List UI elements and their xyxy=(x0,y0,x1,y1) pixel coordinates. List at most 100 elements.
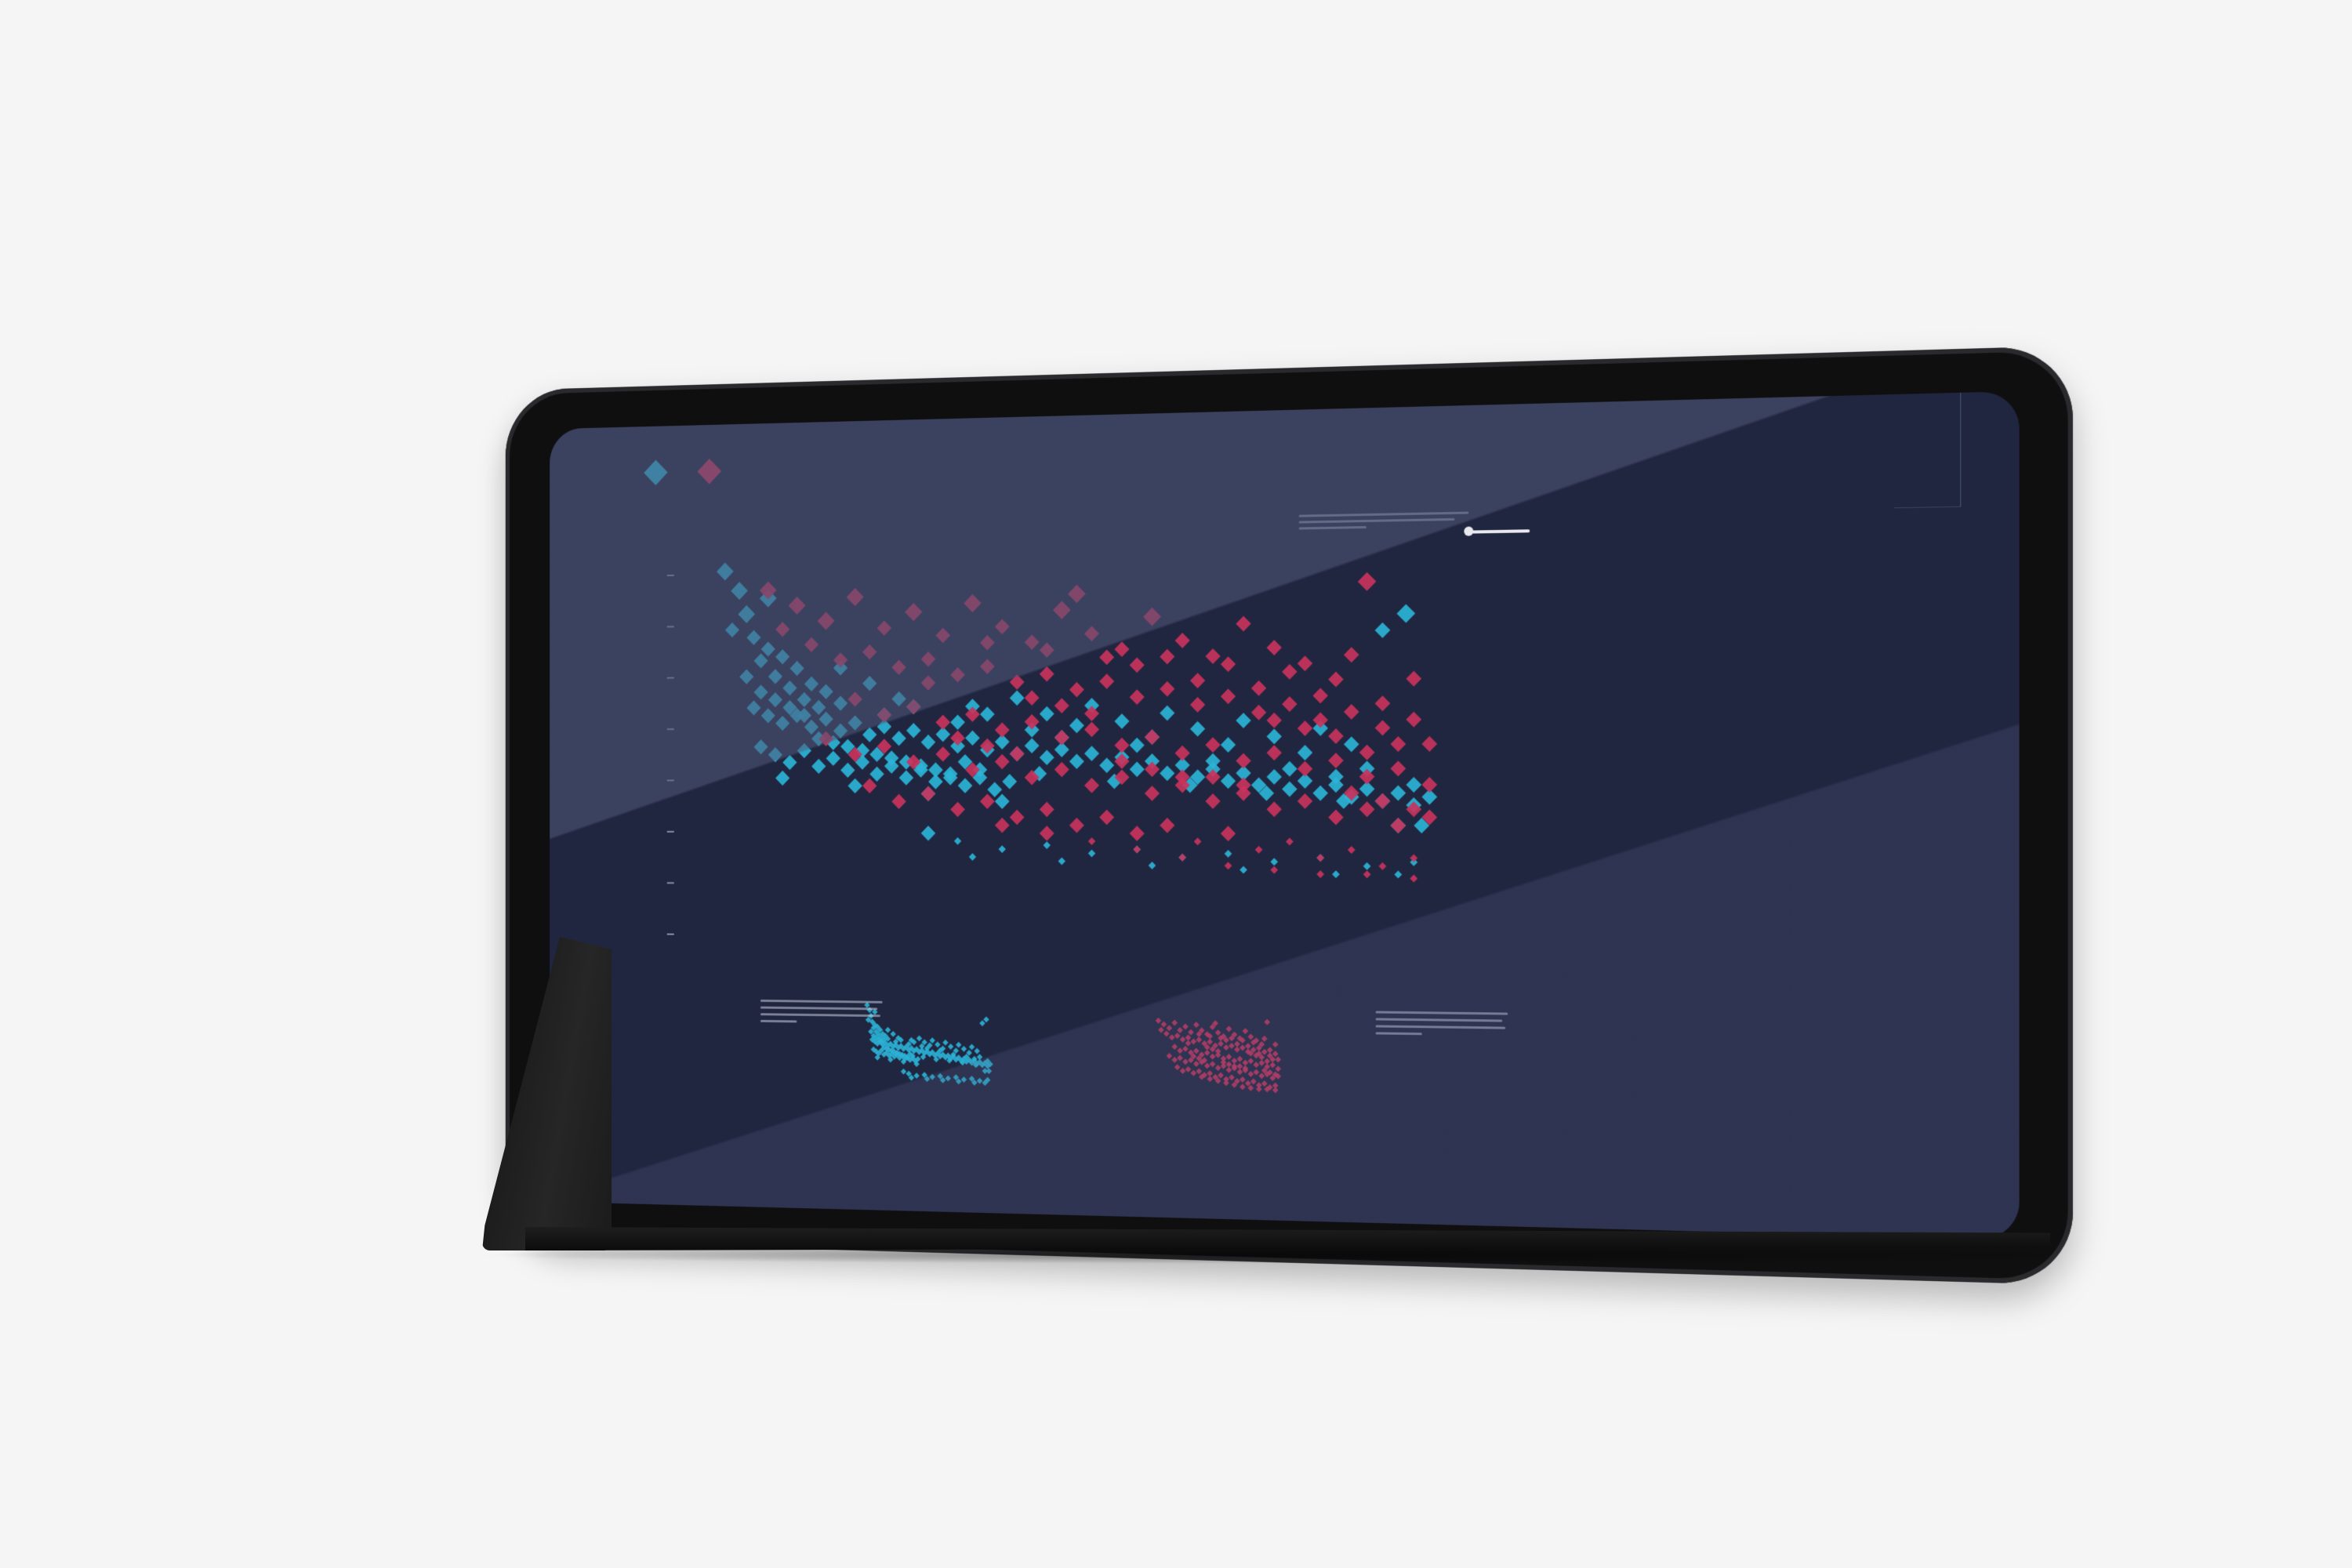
mini-point-pink xyxy=(1207,1039,1213,1045)
text-line xyxy=(760,1007,877,1011)
data-point-pink xyxy=(1178,854,1186,862)
data-point-cyan xyxy=(1270,858,1278,866)
data-point-cyan xyxy=(995,794,1010,810)
data-point-cyan xyxy=(1312,786,1328,801)
data-point-pink xyxy=(1025,690,1040,706)
mini-point-cyan xyxy=(929,1074,935,1080)
data-point-pink xyxy=(1328,728,1344,744)
data-point-cyan xyxy=(1328,769,1344,785)
data-point-cyan xyxy=(987,782,1002,797)
mini-point-pink xyxy=(1272,1041,1279,1047)
mini-point-pink xyxy=(1180,1036,1186,1043)
data-point-pink xyxy=(1221,656,1236,672)
text-line xyxy=(760,1020,797,1023)
data-point-pink xyxy=(1068,585,1086,604)
mini-point-pink xyxy=(1226,1062,1232,1068)
data-point-cyan xyxy=(731,582,748,600)
data-point-pink xyxy=(1375,720,1391,735)
data-point-pink xyxy=(1099,810,1114,826)
data-point-cyan xyxy=(1406,777,1421,793)
data-point-cyan xyxy=(775,649,789,664)
data-point-pink xyxy=(1160,818,1174,833)
data-point-pink xyxy=(1133,846,1141,854)
data-point-pink xyxy=(1175,746,1190,761)
data-point-pink xyxy=(921,675,936,691)
data-point-cyan xyxy=(1099,757,1114,773)
data-point-pink xyxy=(1391,818,1406,833)
data-point-pink xyxy=(1298,655,1312,671)
data-point-pink xyxy=(1286,838,1294,846)
data-point-cyan xyxy=(1205,753,1220,769)
decorative-line xyxy=(1894,393,1961,509)
data-point-pink xyxy=(1406,671,1421,687)
data-point-cyan xyxy=(811,700,826,715)
data-point-pink xyxy=(1410,875,1417,883)
mini-point-cyan xyxy=(946,1075,951,1081)
data-point-pink xyxy=(921,786,936,801)
mini-point-pink xyxy=(1237,1069,1243,1075)
mini-point-pink xyxy=(1207,1076,1213,1082)
data-point-pink xyxy=(1025,634,1040,650)
data-point-pink xyxy=(935,628,950,644)
data-point-cyan xyxy=(1190,721,1205,737)
data-point-pink xyxy=(1328,810,1344,826)
tablet-bezel xyxy=(506,346,2073,1285)
text-line xyxy=(760,1013,880,1017)
data-point-cyan xyxy=(884,750,898,765)
data-point-pink xyxy=(1205,737,1220,753)
mini-point-pink xyxy=(1161,1022,1167,1028)
data-point-cyan xyxy=(826,751,840,766)
data-point-pink xyxy=(964,594,981,613)
mini-point-pink xyxy=(1243,1028,1249,1034)
mini-point-pink xyxy=(1182,1023,1189,1029)
data-point-cyan xyxy=(768,669,782,684)
data-point-cyan xyxy=(1391,785,1406,800)
mini-point-pink xyxy=(1264,1019,1270,1025)
data-point-cyan xyxy=(950,714,965,730)
data-point-pink xyxy=(1406,712,1421,728)
data-point-pink xyxy=(1053,601,1071,619)
data-point-pink xyxy=(1160,681,1174,697)
scatter-points xyxy=(717,550,1437,882)
data-point-cyan xyxy=(768,747,782,762)
data-point-pink xyxy=(804,637,818,652)
data-point-pink xyxy=(1225,862,1232,869)
mini-point-pink xyxy=(1223,1080,1229,1086)
data-point-pink xyxy=(995,619,1010,634)
mini-point-pink xyxy=(1218,1040,1224,1047)
mini-point-pink xyxy=(1185,1040,1192,1047)
data-point-cyan xyxy=(746,700,760,715)
mini-point-pink xyxy=(1215,1029,1221,1036)
mini-point-pink xyxy=(1207,1070,1213,1076)
data-point-pink xyxy=(1025,714,1040,730)
data-point-pink xyxy=(1130,657,1145,673)
data-point-cyan xyxy=(782,681,797,695)
mini-point-pink xyxy=(1253,1069,1259,1076)
data-point-cyan xyxy=(761,641,775,656)
mini-point-pink xyxy=(1229,1043,1235,1049)
data-point-cyan xyxy=(804,677,818,691)
data-point-cyan xyxy=(739,669,753,684)
data-point-pink xyxy=(950,667,965,683)
mini-point-cyan xyxy=(916,1035,922,1041)
data-point-pink xyxy=(877,707,891,722)
data-point-pink xyxy=(995,722,1010,738)
data-point-pink xyxy=(995,818,1010,833)
data-point-cyan xyxy=(899,770,914,785)
text-line xyxy=(1376,1011,1508,1014)
data-point-pink xyxy=(1205,648,1220,664)
data-point-cyan xyxy=(1266,769,1281,785)
mini-point-cyan xyxy=(979,1020,985,1026)
data-point-cyan xyxy=(1160,765,1174,781)
data-point-cyan xyxy=(1044,841,1051,849)
mini-point-pink xyxy=(1169,1034,1175,1040)
mini-point-pink xyxy=(1196,1068,1202,1074)
data-point-cyan xyxy=(1010,691,1025,706)
mini-point-pink xyxy=(1275,1065,1281,1072)
mini-point-pink xyxy=(1166,1025,1172,1031)
data-point-cyan xyxy=(818,712,833,727)
data-point-pink xyxy=(789,597,806,615)
data-point-pink xyxy=(862,644,877,660)
mini-point-pink xyxy=(1177,1054,1183,1061)
mini-point-pink xyxy=(1264,1058,1270,1065)
